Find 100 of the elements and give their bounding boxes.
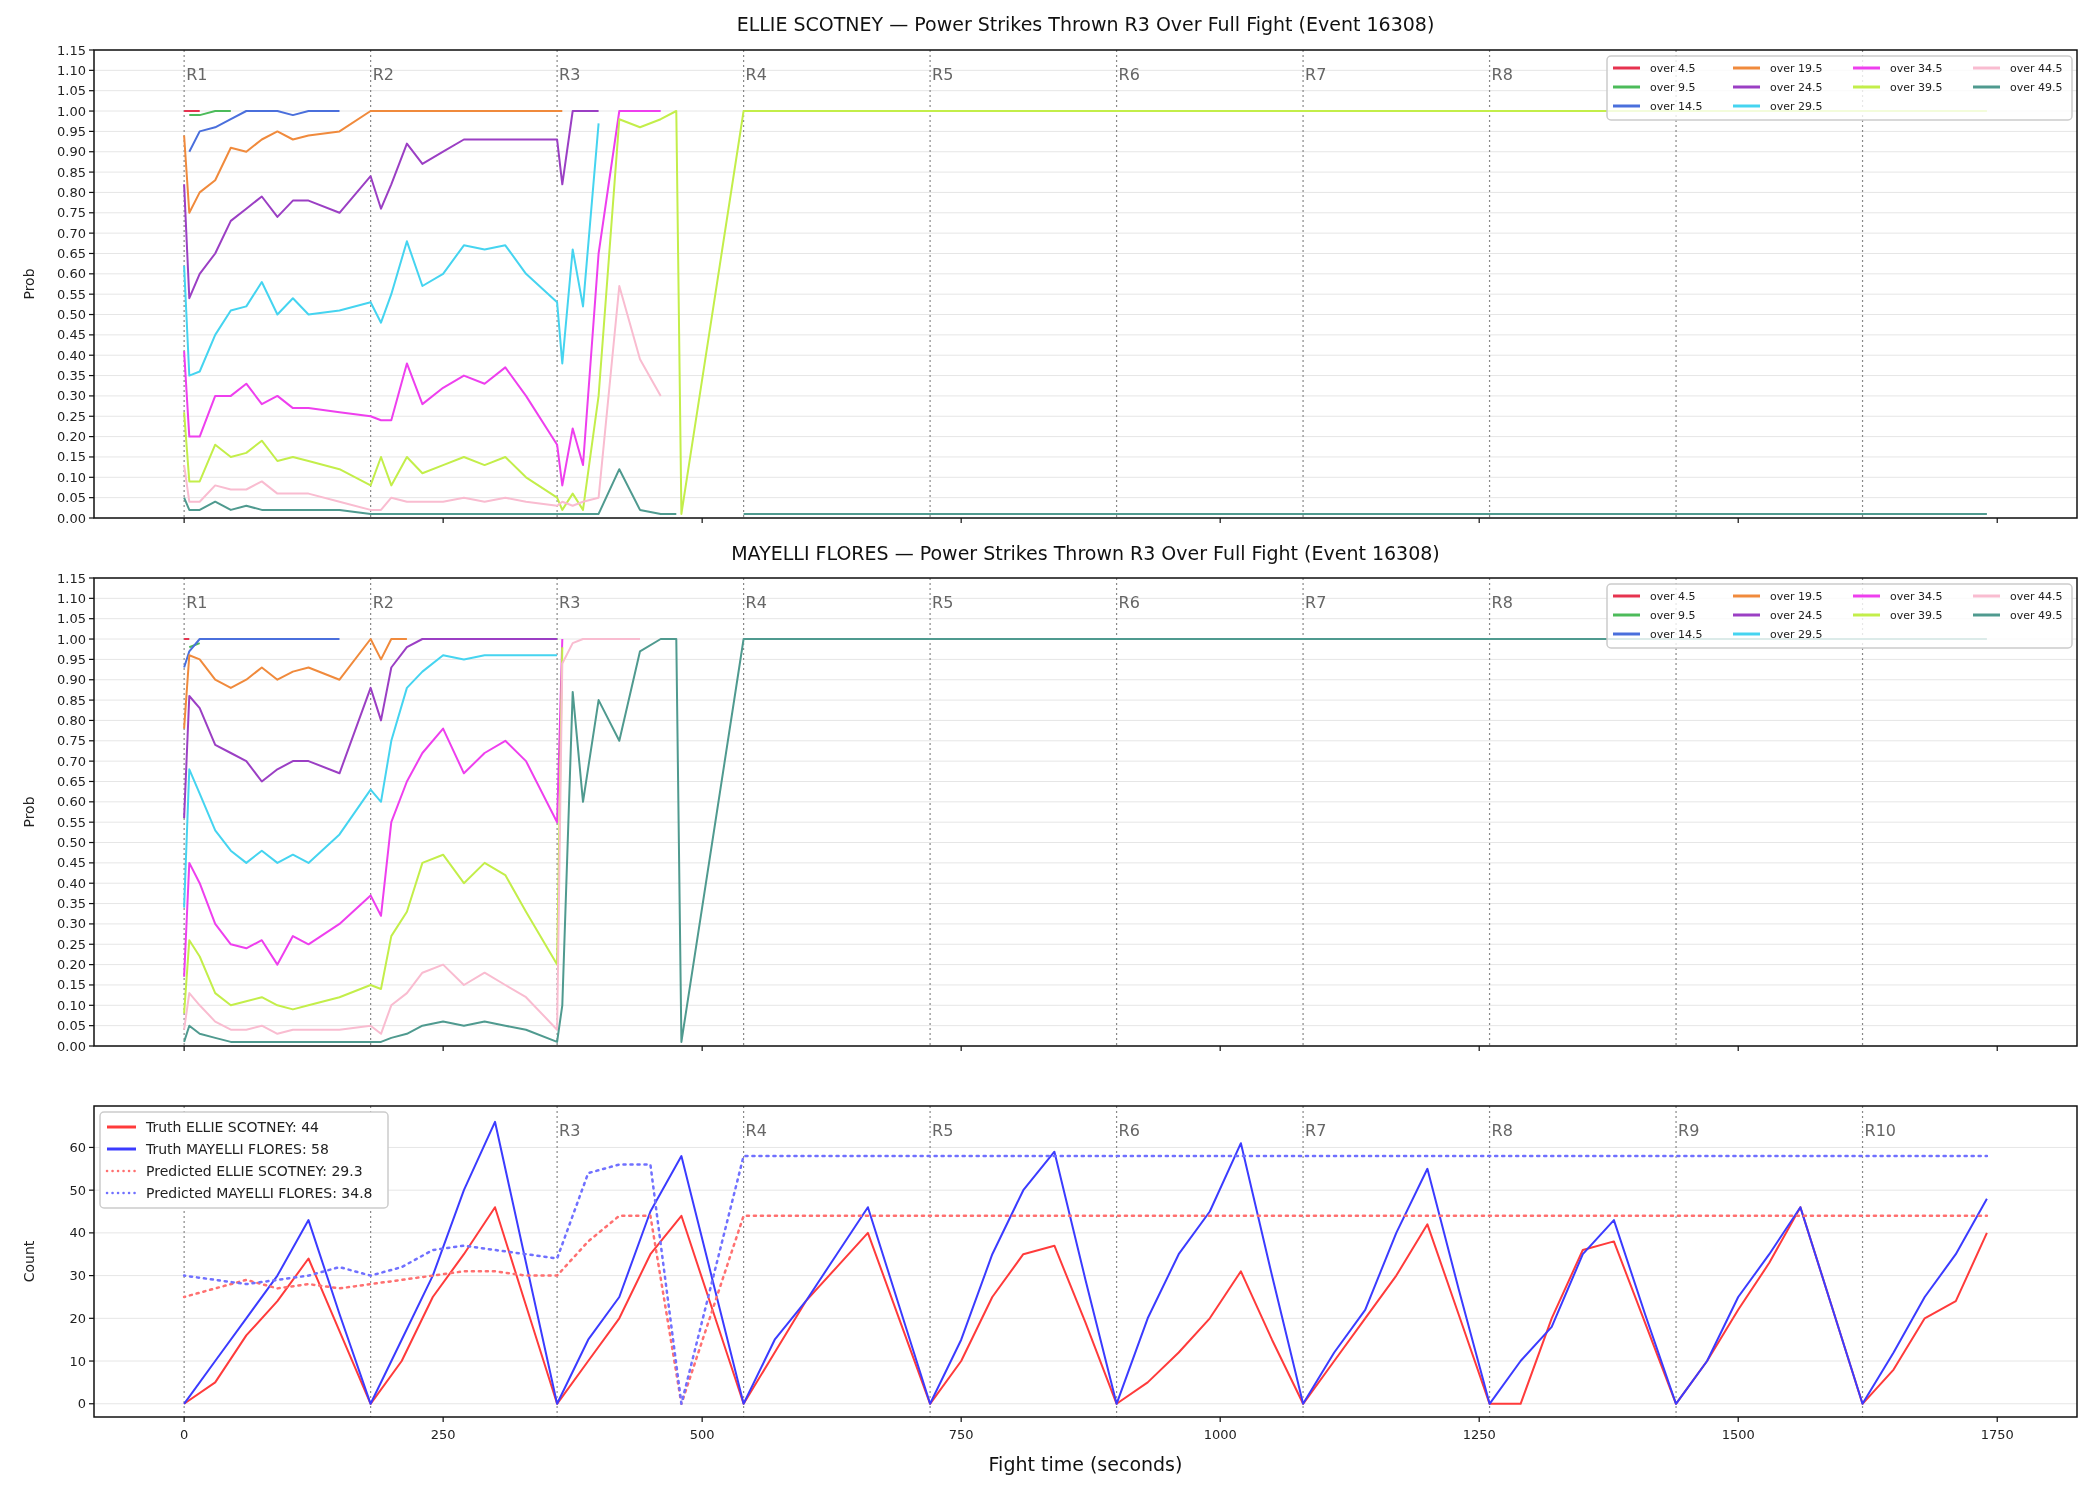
tick-label: 0.35 — [57, 896, 86, 912]
tick-label: 50 — [69, 1182, 86, 1198]
round-label: R4 — [745, 1121, 767, 1140]
tick-label: 40 — [69, 1225, 86, 1241]
legend-label: over 9.5 — [1650, 608, 1696, 622]
tick-label: 0.55 — [57, 286, 86, 302]
legend-label: over 24.5 — [1770, 608, 1823, 622]
legend-label: Truth MAYELLI FLORES: 58 — [146, 1141, 329, 1158]
tick-label: 0 — [180, 1427, 189, 1442]
tick-label: 1.15 — [57, 570, 86, 586]
round-label: R8 — [1491, 593, 1513, 612]
tick-label: 0.65 — [57, 774, 86, 789]
legend-label: over 14.5 — [1650, 627, 1703, 641]
round-label: R8 — [1491, 65, 1513, 84]
chart-title: ELLIE SCOTNEY — Power Strikes Thrown R3 Over Full Fight (Event 16308) — [736, 13, 1435, 35]
round-label: R5 — [932, 1121, 954, 1140]
tick-label: 0.30 — [57, 916, 86, 932]
tick-label: 30 — [69, 1268, 86, 1284]
tick-label: 60 — [69, 1139, 86, 1155]
tick-label: 0.00 — [57, 1038, 86, 1054]
legend-label: over 9.5 — [1650, 80, 1696, 94]
legend-label: over 44.5 — [2010, 61, 2063, 75]
legend-label: over 39.5 — [1890, 80, 1943, 94]
tick-label: 1750 — [1980, 1427, 2014, 1442]
tick-label: 1.05 — [57, 611, 86, 627]
legend-label: over 4.5 — [1650, 61, 1696, 75]
tick-label: 20 — [69, 1310, 86, 1326]
legend-label: over 19.5 — [1770, 589, 1823, 603]
line-series — [183, 110, 600, 300]
legend-label: Predicted MAYELLI FLORES: 34.8 — [146, 1185, 373, 1202]
line-series — [183, 110, 662, 487]
legend-label: over 19.5 — [1770, 61, 1823, 75]
legend-label: over 4.5 — [1650, 589, 1696, 603]
tick-label: 0.15 — [57, 977, 86, 993]
legend-label: over 24.5 — [1770, 80, 1823, 94]
tick-label: 0.00 — [57, 510, 86, 526]
line-series — [183, 638, 641, 1035]
tick-label: 0.05 — [57, 1018, 86, 1034]
round-label: R9 — [1678, 1121, 1700, 1140]
round-label: R6 — [1118, 593, 1140, 612]
legend-label: over 14.5 — [1650, 99, 1703, 113]
tick-label: 0.60 — [57, 266, 86, 282]
line-series — [183, 285, 662, 511]
tick-label: 0.80 — [57, 712, 86, 728]
tick-label: 0 — [77, 1396, 86, 1412]
tick-label: 0.20 — [57, 429, 86, 445]
round-label: R2 — [372, 65, 394, 84]
round-label: R8 — [1491, 1121, 1513, 1140]
line-series — [183, 110, 564, 214]
round-label: R3 — [559, 593, 581, 612]
line-series — [183, 638, 559, 820]
tick-label: 1.00 — [57, 103, 86, 119]
tick-label: 0.55 — [57, 814, 86, 830]
tick-label: 0.40 — [57, 875, 86, 891]
tick-label: 250 — [430, 1427, 456, 1442]
tick-label: 0.70 — [57, 753, 86, 769]
tick-label: 0.50 — [57, 835, 86, 850]
tick-label: 0.80 — [57, 184, 86, 200]
tick-label: 0.50 — [57, 307, 86, 322]
tick-label: 1.00 — [57, 631, 86, 647]
tick-label: 1.05 — [57, 83, 86, 99]
legend-label: over 29.5 — [1770, 627, 1823, 641]
tick-label: 1250 — [1462, 1427, 1496, 1442]
tick-label: 0.25 — [57, 936, 86, 952]
tick-label: 0.75 — [57, 733, 86, 749]
tick-label: 1000 — [1203, 1427, 1237, 1442]
legend-label: Predicted ELLIE SCOTNEY: 29.3 — [146, 1163, 363, 1180]
legend-label: over 44.5 — [2010, 589, 2063, 603]
tick-label: 1500 — [1721, 1427, 1755, 1442]
tick-label: 0.15 — [57, 449, 86, 465]
legend-label: over 34.5 — [1890, 61, 1943, 75]
round-label: R4 — [745, 65, 767, 84]
chart-title: MAYELLI FLORES — Power Strikes Thrown R3 Over Full Fight (Event 16308) — [731, 542, 1440, 564]
tick-label: 0.95 — [57, 123, 86, 139]
round-label: R5 — [932, 65, 954, 84]
tick-label: 0.45 — [57, 327, 86, 343]
round-label: R1 — [186, 593, 208, 612]
tick-label: 750 — [948, 1427, 974, 1442]
round-label: R5 — [932, 593, 954, 612]
round-label: R3 — [559, 65, 581, 84]
line-series — [183, 654, 559, 909]
tick-label: 500 — [689, 1427, 715, 1442]
tick-label: 0.10 — [57, 469, 86, 485]
tick-label: 0.35 — [57, 368, 86, 384]
line-series — [183, 638, 408, 730]
legend-label: over 49.5 — [2010, 80, 2063, 94]
tick-label: 0.75 — [57, 205, 86, 221]
tick-label: 0.65 — [57, 246, 86, 261]
tick-label: 0.10 — [57, 997, 86, 1013]
tick-label: 10 — [69, 1353, 86, 1369]
tick-label: 0.85 — [57, 692, 86, 708]
line-series — [183, 122, 600, 377]
tick-label: 0.05 — [57, 490, 86, 506]
tick-label: 0.20 — [57, 957, 86, 973]
line-series — [188, 110, 341, 153]
legend-label: over 39.5 — [1890, 608, 1943, 622]
legend-label: over 34.5 — [1890, 589, 1943, 603]
tick-label: 0.30 — [57, 388, 86, 404]
tick-label: 0.40 — [57, 347, 86, 363]
tick-label: 1.10 — [57, 62, 86, 78]
